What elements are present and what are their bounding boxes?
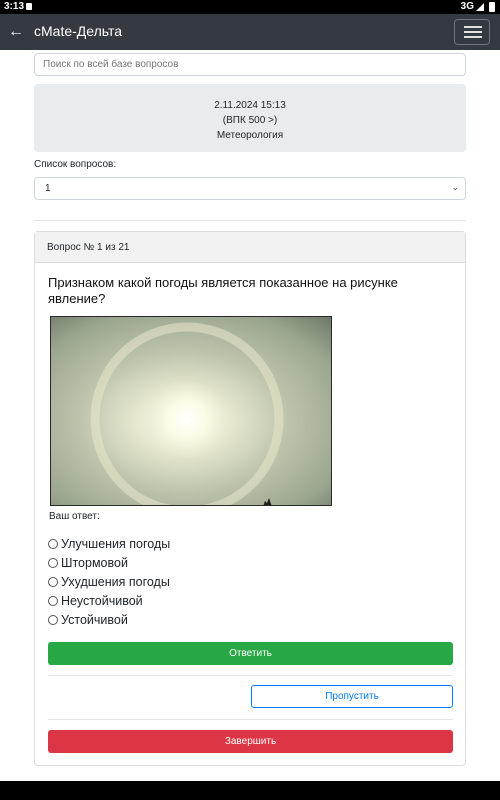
menu-icon-line — [464, 26, 482, 28]
menu-icon-line — [464, 36, 482, 38]
test-subtitle: (ВПК 500 >) — [222, 115, 278, 126]
question-image — [50, 316, 332, 506]
answer-option-label: Улучшения погоды — [61, 536, 171, 551]
answer-option[interactable]: Улучшения погоды — [48, 534, 170, 553]
test-date: 2.11.2024 15:13 — [214, 100, 286, 111]
app-title: cMate-Дельта — [34, 23, 122, 39]
radio-button[interactable] — [48, 557, 58, 568]
app-bar: ← cMate-Дельта — [0, 14, 500, 50]
question-text: Признаком какой погоды является показанн… — [48, 275, 398, 306]
search-input[interactable] — [34, 53, 466, 76]
answer-options: Улучшения погоды Штормовой Ухудшения пог… — [48, 534, 170, 629]
skip-button[interactable]: Пропустить — [251, 685, 453, 708]
answer-option[interactable]: Ухудшения погоды — [48, 572, 170, 591]
submit-answer-button[interactable]: Ответить — [48, 642, 453, 665]
back-arrow-icon[interactable]: ← — [8, 22, 24, 42]
card-divider — [48, 719, 453, 720]
hamburger-menu-button[interactable] — [454, 19, 490, 45]
sun — [147, 379, 227, 459]
info-panel: 2.11.2024 15:13 (ВПК 500 >) Метеорология — [34, 84, 466, 152]
network-type: 3G — [460, 1, 474, 12]
answer-label: Ваш ответ: — [49, 511, 100, 522]
answer-option-label: Ухудшения погоды — [61, 574, 170, 589]
halo-photo — [51, 317, 331, 505]
battery-icon — [489, 2, 495, 12]
card-divider — [48, 675, 453, 676]
answer-option[interactable]: Неустойчивой — [48, 591, 170, 610]
status-time: 3:13 — [4, 1, 25, 12]
question-list-label: Список вопросов: — [34, 159, 117, 170]
test-topic: Метеорология — [216, 130, 284, 141]
answer-option-label: Неустойчивой — [61, 593, 143, 608]
system-nav-bar — [0, 781, 500, 800]
question-counter: Вопрос № 1 из 21 — [35, 232, 465, 263]
answer-option-label: Устойчивой — [61, 612, 128, 627]
radio-button[interactable] — [48, 595, 58, 606]
radio-button[interactable] — [48, 538, 58, 549]
answer-option[interactable]: Устойчивой — [48, 610, 170, 629]
menu-icon-line — [464, 31, 482, 33]
section-divider — [34, 220, 466, 221]
radio-button[interactable] — [48, 614, 58, 625]
signal-icon — [476, 3, 484, 11]
chevron-down-icon: ⌄ — [451, 182, 459, 192]
answer-option-label: Штормовой — [61, 555, 128, 570]
status-bar: 3:13 3G — [0, 0, 500, 14]
question-select-value: 1 — [45, 183, 51, 194]
question-card: Вопрос № 1 из 21 Признаком какой погоды … — [34, 231, 466, 766]
answer-option[interactable]: Штормовой — [48, 553, 170, 572]
radio-button[interactable] — [48, 576, 58, 587]
finish-button[interactable]: Завершить — [48, 730, 453, 753]
question-select[interactable]: 1 ⌄ — [34, 177, 466, 200]
lock-icon — [26, 3, 32, 10]
